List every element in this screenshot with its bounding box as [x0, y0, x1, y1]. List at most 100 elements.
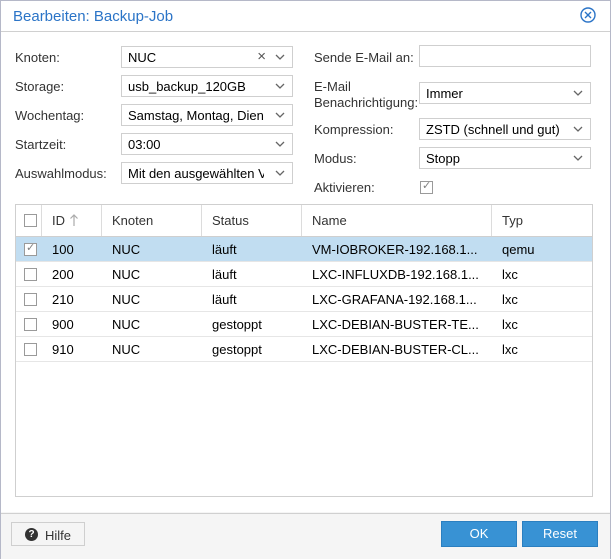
chevron-down-icon[interactable]: [274, 51, 286, 63]
cell-status: läuft: [212, 292, 237, 307]
reset-button[interactable]: Reset: [522, 521, 598, 547]
row-checkbox[interactable]: [24, 343, 37, 356]
column-knoten-label: Knoten: [112, 213, 154, 228]
table-row[interactable]: ✓ 100 NUC läuft VM-IOBROKER-192.168.1...…: [16, 237, 592, 262]
cell-id: 910: [52, 342, 74, 357]
cell-id: 210: [52, 292, 74, 307]
ok-button-label: OK: [469, 526, 489, 541]
select-all-checkbox[interactable]: [24, 214, 37, 227]
chevron-down-icon[interactable]: [274, 80, 286, 92]
row-checkbox[interactable]: [24, 293, 37, 306]
cell-name: LXC-GRAFANA-192.168.1...: [312, 292, 477, 307]
cell-status: gestoppt: [212, 317, 262, 332]
cell-typ: lxc: [502, 342, 518, 357]
kompression-combobox[interactable]: ZSTD (schnell und gut): [419, 118, 591, 140]
column-name-label: Name: [312, 213, 347, 228]
startzeit-value: 03:00: [128, 137, 161, 152]
modus-value: Stopp: [426, 151, 460, 166]
grid-header: ID Knoten Status Name Typ: [16, 205, 592, 237]
row-checkbox[interactable]: ✓: [24, 242, 37, 256]
auswahlmodus-label: Auswahlmodus:: [15, 166, 107, 181]
cell-typ: lxc: [502, 317, 518, 332]
column-header-id[interactable]: ID: [42, 205, 102, 236]
modus-combobox[interactable]: Stopp: [419, 147, 591, 169]
knoten-value: NUC: [128, 50, 157, 65]
cell-id: 200: [52, 267, 74, 282]
cell-name: LXC-DEBIAN-BUSTER-CL...: [312, 342, 479, 357]
benachrichtigung-label-line2: Benachrichtigung:: [314, 95, 419, 110]
aktivieren-checkbox[interactable]: ✓: [420, 180, 433, 194]
chevron-down-icon[interactable]: [274, 109, 286, 121]
header-select-all-cell: [16, 205, 42, 236]
wochentag-value: Samstag, Montag, Dienst: [128, 108, 264, 123]
vm-selection-grid: ID Knoten Status Name Typ ✓ 100 NUC läuf…: [15, 204, 593, 497]
startzeit-combobox[interactable]: 03:00: [121, 133, 293, 155]
email-input[interactable]: [419, 45, 591, 67]
chevron-down-icon[interactable]: [572, 152, 584, 164]
column-id-label: ID: [52, 213, 65, 228]
cell-name: VM-IOBROKER-192.168.1...: [312, 242, 478, 257]
email-label: Sende E-Mail an:: [314, 50, 414, 65]
wochentag-label: Wochentag:: [15, 108, 85, 123]
checkmark-icon: ✓: [422, 180, 432, 192]
cell-status: läuft: [212, 267, 237, 282]
column-header-knoten[interactable]: Knoten: [102, 205, 202, 236]
cell-knoten: NUC: [112, 342, 141, 357]
benachrichtigung-combobox[interactable]: Immer: [419, 82, 591, 104]
dialog-title: Bearbeiten: Backup-Job: [13, 8, 174, 25]
dialog-footer: ? Hilfe OK Reset: [1, 513, 610, 559]
cell-typ: lxc: [502, 267, 518, 282]
cell-knoten: NUC: [112, 292, 141, 307]
table-row[interactable]: 200 NUC läuft LXC-INFLUXDB-192.168.1... …: [16, 262, 592, 287]
cell-id: 100: [52, 242, 74, 257]
row-checkbox[interactable]: [24, 268, 37, 281]
auswahlmodus-combobox[interactable]: Mit den ausgewählten VMs: [121, 162, 293, 184]
cell-status: läuft: [212, 242, 237, 257]
dialog-body: Knoten: NUC × Storage: usb_backup_120GB …: [1, 32, 610, 512]
column-typ-label: Typ: [502, 213, 523, 228]
storage-combobox[interactable]: usb_backup_120GB: [121, 75, 293, 97]
aktivieren-label: Aktivieren:: [314, 180, 375, 195]
column-status-label: Status: [212, 213, 249, 228]
chevron-down-icon[interactable]: [572, 87, 584, 99]
cell-typ: qemu: [502, 242, 535, 257]
benachrichtigung-value: Immer: [426, 86, 463, 101]
chevron-down-icon[interactable]: [274, 138, 286, 150]
column-header-status[interactable]: Status: [202, 205, 302, 236]
cell-knoten: NUC: [112, 267, 141, 282]
clear-icon[interactable]: ×: [257, 49, 266, 65]
close-icon[interactable]: [580, 7, 596, 23]
chevron-down-icon[interactable]: [274, 167, 286, 179]
question-icon: ?: [25, 528, 38, 541]
cell-id: 900: [52, 317, 74, 332]
chevron-down-icon[interactable]: [572, 123, 584, 135]
auswahlmodus-value: Mit den ausgewählten VMs: [128, 166, 264, 181]
checkmark-icon: ✓: [26, 242, 36, 254]
reset-button-label: Reset: [543, 526, 577, 541]
backup-job-dialog: Bearbeiten: Backup-Job Knoten: NUC × Sto…: [0, 0, 611, 559]
startzeit-label: Startzeit:: [15, 137, 67, 152]
storage-label: Storage:: [15, 79, 65, 94]
column-header-typ[interactable]: Typ: [492, 205, 592, 236]
modus-label: Modus:: [314, 151, 357, 166]
help-button-label: Hilfe: [45, 528, 72, 543]
cell-name: LXC-INFLUXDB-192.168.1...: [312, 267, 479, 282]
wochentag-combobox[interactable]: Samstag, Montag, Dienst: [121, 104, 293, 126]
cell-knoten: NUC: [112, 317, 141, 332]
benachrichtigung-label-line1: E-Mail: [314, 79, 351, 94]
help-button[interactable]: ? Hilfe: [11, 522, 85, 546]
knoten-label: Knoten:: [15, 50, 60, 65]
sort-ascending-icon: [70, 214, 78, 226]
knoten-combobox[interactable]: NUC ×: [121, 46, 293, 68]
column-header-name[interactable]: Name: [302, 205, 492, 236]
storage-value: usb_backup_120GB: [128, 79, 246, 94]
table-row[interactable]: 900 NUC gestoppt LXC-DEBIAN-BUSTER-TE...…: [16, 312, 592, 337]
cell-status: gestoppt: [212, 342, 262, 357]
row-checkbox[interactable]: [24, 318, 37, 331]
table-row[interactable]: 210 NUC läuft LXC-GRAFANA-192.168.1... l…: [16, 287, 592, 312]
kompression-label: Kompression:: [314, 122, 394, 137]
cell-typ: lxc: [502, 292, 518, 307]
cell-name: LXC-DEBIAN-BUSTER-TE...: [312, 317, 479, 332]
table-row[interactable]: 910 NUC gestoppt LXC-DEBIAN-BUSTER-CL...…: [16, 337, 592, 362]
ok-button[interactable]: OK: [441, 521, 517, 547]
